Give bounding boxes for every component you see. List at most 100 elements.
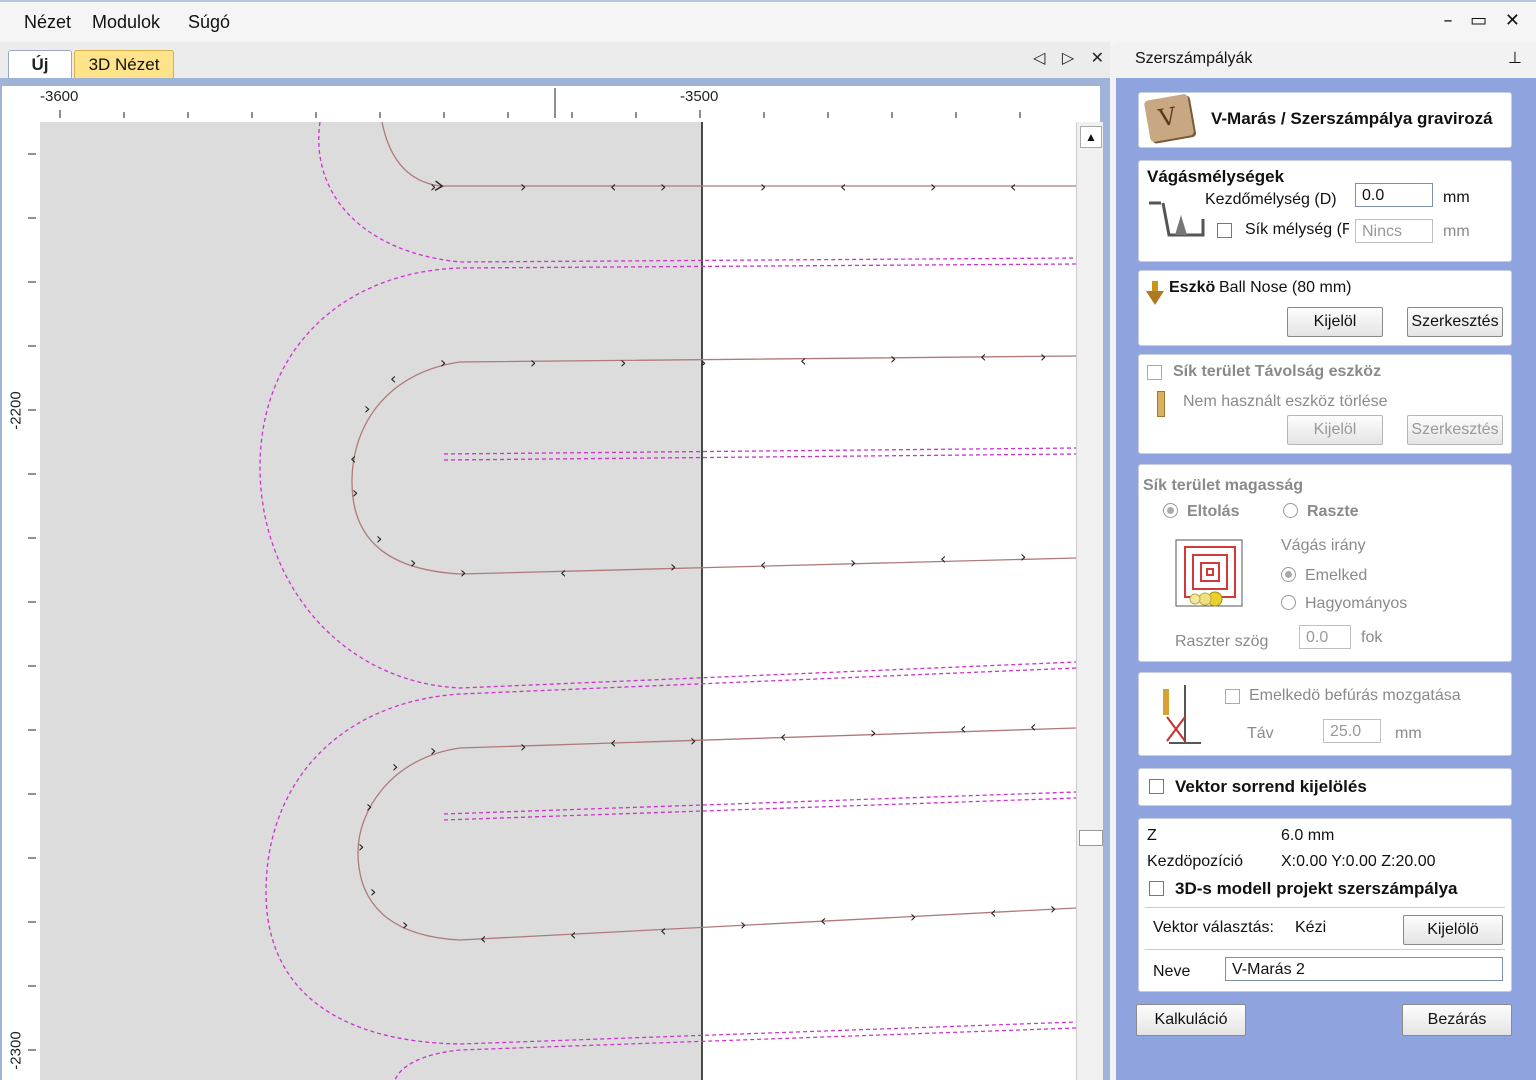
ramp-distance-unit: mm: [1395, 725, 1422, 742]
menu-modules[interactable]: Modulok: [92, 12, 160, 33]
tab-3d-view[interactable]: 3D Nézet: [74, 50, 174, 79]
close-button[interactable]: Bezárás: [1402, 1004, 1512, 1036]
name-input[interactable]: V-Marás 2: [1225, 957, 1503, 981]
scroll-thumb[interactable]: [1079, 830, 1103, 846]
info-group: Z 6.0 mm Kezdöpozíció X:0.00 Y:0.00 Z:20…: [1138, 818, 1512, 992]
drawing-canvas[interactable]: › › ‹ › › ‹ › ‹ › › › › ‹ › ‹ › ‹ › ‹ › › › › ‹ › ‹ › ‹ › › › ‹…: [40, 122, 1076, 1080]
svg-text:›: ›: [1050, 899, 1056, 918]
svg-text:›: ›: [850, 553, 856, 572]
menu-view[interactable]: Nézet: [24, 12, 71, 33]
model-project-checkbox[interactable]: [1149, 881, 1164, 896]
operation-title: V-Marás / Szerszámpálya gravirozá: [1211, 109, 1493, 128]
svg-text:›: ›: [670, 557, 676, 576]
tool-bit-icon: [1146, 281, 1164, 305]
svg-text:‹: ‹: [560, 563, 566, 582]
raster-angle-input[interactable]: 0.0: [1299, 625, 1351, 649]
raster-radio[interactable]: [1283, 503, 1298, 518]
svg-text:›: ›: [530, 353, 536, 372]
svg-text:‹: ‹: [800, 351, 806, 370]
svg-text:‹: ‹: [980, 347, 986, 366]
svg-text:›: ›: [370, 882, 376, 901]
start-depth-input[interactable]: 0.0: [1355, 183, 1433, 207]
flat-depth-input[interactable]: Nincs: [1355, 219, 1433, 243]
vector-order-checkbox[interactable]: [1149, 779, 1164, 794]
flat-area-height-title: Sík terület magasság: [1143, 477, 1304, 494]
flat-area-tool-subtitle: Nem használt eszköz törlése: [1183, 393, 1388, 410]
flat-area-tool-group: Sík terület Távolság eszköz Nem használt…: [1138, 354, 1512, 454]
pin-icon[interactable]: ⊥: [1508, 48, 1522, 68]
svg-text:‹: ‹: [610, 177, 616, 196]
menu-bar: Nézet Modulok Súgó – ▭ ✕: [0, 0, 1536, 44]
vector-selection-label: Vektor választás:: [1153, 919, 1274, 936]
svg-text:‹: ‹: [760, 555, 766, 574]
flat-area-tool-title: Sík terület Távolság eszköz: [1173, 363, 1382, 380]
svg-text:‹: ‹: [390, 369, 396, 388]
svg-text:›: ›: [1020, 547, 1026, 566]
svg-text:‹: ‹: [960, 719, 966, 738]
climb-radio[interactable]: [1281, 567, 1296, 582]
flat-depth-checkbox[interactable]: [1217, 223, 1232, 238]
ruler-left-ticks: [28, 153, 36, 1051]
svg-text:›: ›: [520, 177, 526, 196]
ramp-distance-input[interactable]: 25.0: [1323, 719, 1381, 743]
ramp-checkbox[interactable]: [1225, 689, 1240, 704]
conventional-radio[interactable]: [1281, 595, 1296, 610]
svg-text:›: ›: [430, 741, 436, 760]
vertical-scrollbar[interactable]: ▲: [1076, 122, 1103, 1080]
svg-text:›: ›: [460, 563, 466, 582]
tool-label: Eszkö: [1169, 279, 1216, 296]
tab-new[interactable]: Új: [8, 50, 72, 79]
scroll-up-icon[interactable]: ▲: [1080, 126, 1102, 148]
raster-angle-unit: fok: [1361, 629, 1383, 646]
svg-text:›: ›: [520, 737, 526, 756]
operation-header: V V-Marás / Szerszámpálya gravirozá: [1138, 92, 1512, 148]
ruler-left-label-2300: -2300: [7, 1031, 25, 1070]
vector-selection-value: Kézi: [1295, 919, 1327, 936]
svg-text:›: ›: [620, 353, 626, 372]
conventional-label: Hagyományos: [1305, 595, 1408, 612]
vector-order-group: Vektor sorrend kijelölés: [1138, 768, 1512, 806]
climb-label: Emelked: [1305, 567, 1368, 584]
svg-text:‹: ‹: [940, 549, 946, 568]
tool-select-button[interactable]: Kijelöl: [1287, 307, 1383, 337]
flat-area-edit-button[interactable]: Szerkesztés: [1407, 415, 1503, 445]
name-label: Neve: [1153, 963, 1191, 980]
menu-help[interactable]: Súgó: [188, 12, 230, 33]
z-label: Z: [1147, 827, 1157, 844]
svg-text:›: ›: [1040, 347, 1046, 366]
flat-area-height-group: Sík terület magasság Eltolás Raszte Vágá…: [1138, 464, 1512, 662]
calculate-button[interactable]: Kalkuláció: [1136, 1004, 1246, 1036]
ruler-top-label-3500: -3500: [680, 88, 719, 105]
window-controls[interactable]: – ▭ ✕: [1443, 10, 1526, 31]
svg-text:›: ›: [890, 349, 896, 368]
svg-text:‹: ‹: [570, 925, 576, 944]
z-value: 6.0 mm: [1281, 827, 1335, 844]
flat-area-tool-checkbox[interactable]: [1147, 365, 1162, 380]
ramp-label: Emelkedö befúrás mozgatása: [1249, 687, 1461, 704]
flat-area-select-button[interactable]: Kijelöl: [1287, 415, 1383, 445]
tool-edit-button[interactable]: Szerkesztés: [1407, 307, 1503, 337]
svg-text:›: ›: [930, 177, 936, 196]
tool-bit-small-icon: [1157, 391, 1165, 417]
raster-angle-label: Raszter szög: [1175, 633, 1269, 650]
v-carve-icon: V: [1143, 93, 1195, 143]
svg-text:›: ›: [700, 353, 706, 372]
svg-text:‹: ‹: [840, 177, 846, 196]
svg-text:›: ›: [660, 177, 666, 196]
ramp-group: Emelkedö befúrás mozgatása Táv 25.0 mm: [1138, 672, 1512, 756]
cut-depths-group: Vágásmélységek Kezdőmélység (D) 0.0 mm S…: [1138, 160, 1512, 262]
ruler-top: -3600 -3500: [2, 86, 1100, 123]
svg-text:›: ›: [402, 915, 408, 934]
tool-name: Ball Nose (80 mm): [1219, 279, 1352, 296]
panel-header: Szerszámpályák ⊥: [1124, 44, 1534, 74]
ruler-top-ticks: [59, 88, 1021, 118]
vector-selector-button[interactable]: Kijelölö: [1403, 915, 1503, 945]
divider: [1145, 949, 1505, 950]
shaded-region: [40, 122, 702, 1080]
offset-radio[interactable]: [1163, 503, 1178, 518]
raster-label: Raszte: [1307, 503, 1359, 520]
tab-scroll-close-controls[interactable]: ◁ ▷ ✕: [1033, 48, 1110, 68]
tool-group: Eszkö Ball Nose (80 mm) Kijelöl Szerkesz…: [1138, 270, 1512, 346]
toolpath-drawing: › › ‹ › › ‹ › ‹ › › › › ‹ › ‹ › ‹ › ‹ › › › › ‹ › ‹ › ‹ › › › ‹…: [40, 122, 1076, 1080]
flat-depth-label: Sík mélység (F: [1245, 221, 1349, 238]
